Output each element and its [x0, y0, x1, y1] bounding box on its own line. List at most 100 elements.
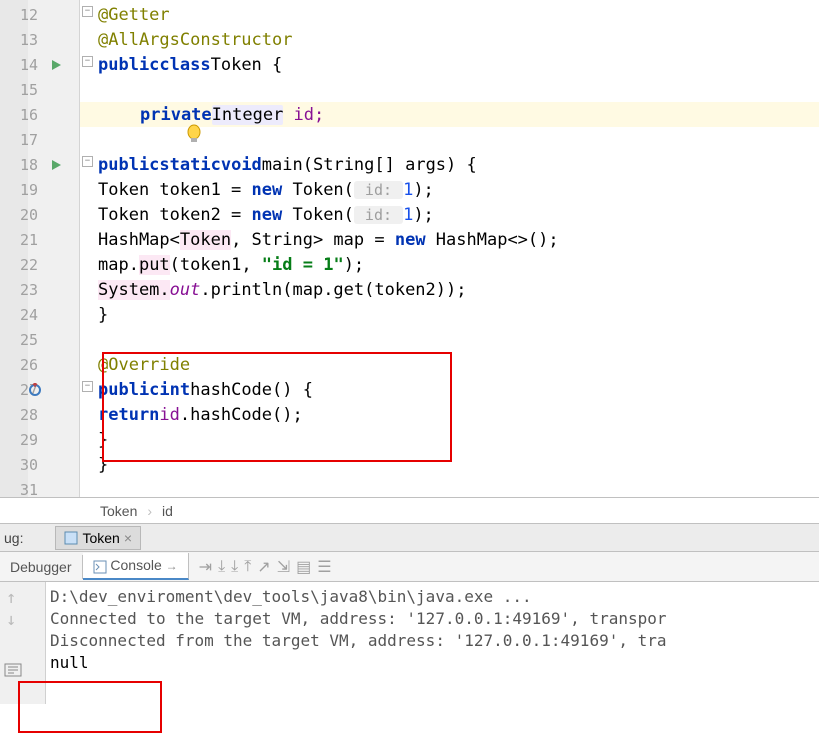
breadcrumb-class[interactable]: Token	[100, 503, 137, 519]
run-config-tab[interactable]: Token ×	[55, 526, 141, 550]
keyword: public	[98, 380, 159, 400]
keyword: return	[98, 405, 159, 425]
run-icon[interactable]	[50, 159, 74, 171]
keyword: new	[252, 180, 283, 200]
console-line: Disconnected from the target VM, address…	[50, 631, 667, 650]
code-text: {	[262, 55, 282, 75]
line-number: 16	[0, 106, 44, 124]
code-text: }	[98, 455, 108, 475]
console-icon	[93, 560, 107, 574]
step-icon[interactable]: ↗	[257, 557, 270, 577]
step-into-icon[interactable]: ⤓	[231, 558, 238, 576]
static-field: out	[170, 280, 201, 300]
file-icon	[64, 531, 78, 545]
line-number: 25	[0, 331, 44, 349]
console-output[interactable]: D:\dev_enviroment\dev_tools\java8\bin\ja…	[46, 582, 819, 704]
line-number: 24	[0, 306, 44, 324]
code-text: );	[344, 255, 364, 275]
line-number: 17	[0, 131, 44, 149]
keyword: static	[159, 155, 220, 175]
number: 1	[403, 180, 413, 200]
settings-icon[interactable]: ☰	[317, 557, 331, 577]
code-text: Token(	[282, 180, 354, 200]
annotation: @Override	[98, 355, 190, 375]
toolbar-icons: ⇥ ⤓ ⤓ ⤒ ↗ ⇲ ▤ ☰	[189, 557, 332, 577]
line-number: 28	[0, 406, 44, 424]
console-area: ↑ ↓ D:\dev_enviroment\dev_tools\java8\bi…	[0, 582, 819, 704]
tab-console[interactable]: Console →	[83, 553, 189, 579]
number: 1	[403, 205, 413, 225]
line-number: 13	[0, 31, 44, 49]
parameter-hint: id:	[354, 206, 403, 224]
line-number: 15	[0, 81, 44, 99]
keyword: public	[98, 155, 159, 175]
type: Token	[180, 230, 231, 250]
code-text: Token token1 =	[98, 180, 252, 200]
parameter-hint: id:	[354, 181, 403, 199]
console-gutter: ↑ ↓	[0, 582, 46, 704]
wrap-icon[interactable]	[4, 662, 22, 682]
tab-label: Console	[110, 557, 161, 573]
line-number: 18	[0, 156, 44, 174]
arrow-icon: →	[166, 559, 178, 573]
code-text: , String> map =	[231, 230, 395, 250]
override-icon[interactable]	[28, 383, 52, 397]
line-number: 22	[0, 256, 44, 274]
line-number: 23	[0, 281, 44, 299]
line-number: 30	[0, 456, 44, 474]
annotation: @AllArgsConstructor	[98, 30, 292, 50]
line-number: 31	[0, 481, 44, 499]
debug-label: ug:	[4, 530, 23, 546]
close-icon[interactable]: ×	[124, 530, 132, 546]
code-text: .println(map.get(token2));	[200, 280, 466, 300]
down-icon[interactable]: ↓	[6, 610, 16, 630]
field: id	[159, 405, 179, 425]
line-number: 21	[0, 231, 44, 249]
evaluate-icon[interactable]: ▤	[296, 557, 311, 577]
debug-tab-bar: ug: Token ×	[0, 524, 819, 552]
console-line: null	[50, 653, 89, 672]
code-text: Token token2 =	[98, 205, 252, 225]
line-number: 12	[0, 6, 44, 24]
step-into-icon[interactable]: ⤓	[218, 558, 225, 576]
console-line: D:\dev_enviroment\dev_tools\java8\bin\ja…	[50, 587, 532, 606]
keyword: void	[221, 155, 262, 175]
keyword: new	[395, 230, 426, 250]
line-number: 19	[0, 181, 44, 199]
breadcrumb-field[interactable]: id	[162, 503, 173, 519]
breadcrumb[interactable]: Token › id	[0, 498, 819, 524]
keyword: int	[159, 380, 190, 400]
code-area[interactable]: − − − − @Getter @AllArgsConstructor publ…	[80, 0, 819, 497]
type: Integer	[212, 105, 284, 125]
step-out-icon[interactable]: ⤒	[244, 558, 251, 576]
code-text: );	[413, 205, 433, 225]
tab-label: Token	[82, 530, 119, 546]
chevron-right-icon: ›	[147, 503, 152, 519]
gutter: 12 13 14 15 16 17 18 19 20 21 22 23 24 2…	[0, 0, 80, 497]
code-text: );	[413, 180, 433, 200]
code-text: System.	[98, 280, 170, 300]
class-name: Token	[211, 55, 262, 75]
editor-area: 12 13 14 15 16 17 18 19 20 21 22 23 24 2…	[0, 0, 819, 498]
code-text: }	[98, 430, 108, 450]
tab-debugger[interactable]: Debugger	[0, 555, 83, 579]
code-text: map.	[98, 255, 139, 275]
keyword: class	[159, 55, 210, 75]
up-icon[interactable]: ↑	[6, 588, 16, 608]
run-icon[interactable]	[50, 59, 74, 71]
run-to-cursor-icon[interactable]: ⇲	[277, 557, 290, 577]
method-name: hashCode	[190, 380, 272, 400]
field: id;	[283, 105, 324, 125]
method-name: main	[262, 155, 303, 175]
debug-toolbar: Debugger Console → ⇥ ⤓ ⤓ ⤒ ↗ ⇲ ▤ ☰	[0, 552, 819, 582]
string: "id = 1"	[262, 255, 344, 275]
code-text: .hashCode();	[180, 405, 303, 425]
keyword: new	[252, 205, 283, 225]
annotation: @Getter	[98, 5, 170, 25]
step-over-icon[interactable]: ⇥	[199, 557, 212, 577]
console-line: Connected to the target VM, address: '12…	[50, 609, 667, 628]
code-text: }	[98, 305, 108, 325]
code-text: HashMap<>();	[426, 230, 559, 250]
code-text: () {	[272, 380, 313, 400]
code-text: (String[] args) {	[303, 155, 477, 175]
